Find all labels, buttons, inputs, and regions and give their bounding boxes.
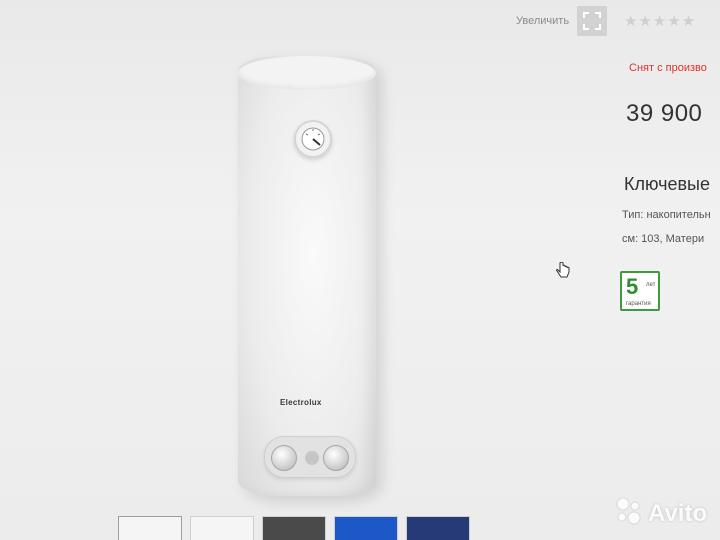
thumbnail-1[interactable] [118,516,182,540]
status-text: Снят с произво [629,62,707,74]
heater-top [238,56,376,90]
avito-watermark: Avito [614,496,707,531]
thumbnail-2[interactable] [190,516,254,540]
price: 39 900 [626,100,703,127]
spec-line-type: Тип: накопительн [622,209,711,221]
brand-logo: Electrolux [280,398,322,407]
warranty-years: 5 [626,274,639,299]
warranty-label: гарантия [626,301,651,307]
mode-knob-icon [323,445,349,471]
product-image[interactable]: Electrolux [238,56,376,496]
temperature-knob-icon [271,445,297,471]
expand-icon[interactable] [577,6,608,36]
rating-stars[interactable]: ★★★★★ [624,12,696,30]
power-indicator-icon [305,451,319,465]
hand-cursor-icon [556,261,570,287]
watermark-text: Avito [648,499,708,527]
zoom-label[interactable]: Увеличить [516,15,569,27]
zoom-control[interactable]: Увеличить [516,6,608,36]
thermometer-icon [294,120,332,158]
warranty-unit: лет [646,282,656,288]
avito-logo-icon [614,496,644,531]
spec-line-size: см: 103, Матери [622,233,705,245]
warranty-badge[interactable]: 5 лет гарантия [620,271,660,311]
thumbnail-3[interactable] [262,516,326,540]
thumbnail-5[interactable] [406,516,470,540]
thumbnail-4[interactable] [334,516,398,540]
key-specs-title: Ключевые [624,174,710,194]
control-panel [264,436,356,478]
thumbnail-strip [118,516,470,540]
